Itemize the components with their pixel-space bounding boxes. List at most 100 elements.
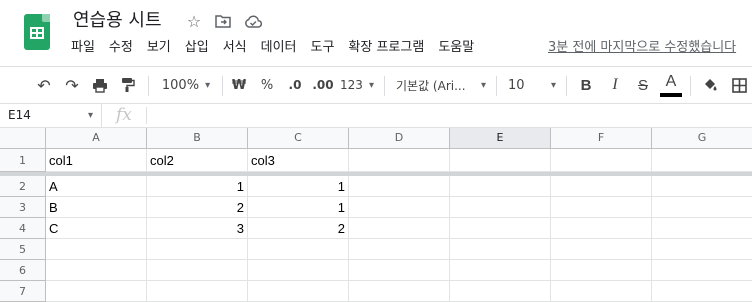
cell-a4[interactable]: C — [46, 218, 147, 239]
cell-g2[interactable] — [652, 176, 752, 197]
cell-d6[interactable] — [349, 260, 450, 281]
row-header-4[interactable]: 4 — [0, 218, 46, 239]
increase-decimal-button[interactable]: .00 — [311, 73, 335, 97]
menu-help[interactable]: 도움말 — [431, 36, 481, 60]
column-header-b[interactable]: B — [147, 128, 248, 149]
cell-b3[interactable]: 2 — [147, 197, 248, 218]
cell-f7[interactable] — [551, 281, 652, 302]
column-header-c[interactable]: C — [248, 128, 349, 149]
cell-c5[interactable] — [248, 239, 349, 260]
cell-f1[interactable] — [551, 149, 652, 172]
select-all-corner[interactable] — [0, 128, 46, 149]
column-header-a[interactable]: A — [46, 128, 147, 149]
cell-f5[interactable] — [551, 239, 652, 260]
cell-d7[interactable] — [349, 281, 450, 302]
borders-icon[interactable] — [727, 73, 751, 97]
cell-e2[interactable] — [450, 176, 551, 197]
menu-view[interactable]: 보기 — [140, 36, 178, 60]
row-header-3[interactable]: 3 — [0, 197, 46, 218]
decrease-decimal-button[interactable]: .0 — [284, 73, 306, 97]
cell-d5[interactable] — [349, 239, 450, 260]
cell-b6[interactable] — [147, 260, 248, 281]
cell-c6[interactable] — [248, 260, 349, 281]
cell-a3[interactable]: B — [46, 197, 147, 218]
cell-b7[interactable] — [147, 281, 248, 302]
cell-f6[interactable] — [551, 260, 652, 281]
column-header-d[interactable]: D — [349, 128, 450, 149]
menu-extensions[interactable]: 확장 프로그램 — [341, 36, 431, 60]
cell-e4[interactable] — [450, 218, 551, 239]
cell-b1[interactable]: col2 — [147, 149, 248, 172]
column-header-e[interactable]: E — [450, 128, 551, 149]
italic-button[interactable]: I — [603, 73, 627, 97]
cell-a5[interactable] — [46, 239, 147, 260]
cell-e7[interactable] — [450, 281, 551, 302]
sheets-logo-icon[interactable] — [24, 14, 50, 50]
cell-g5[interactable] — [652, 239, 752, 260]
cell-c7[interactable] — [248, 281, 349, 302]
row-header-2[interactable]: 2 — [0, 176, 46, 197]
cell-c3[interactable]: 1 — [248, 197, 349, 218]
menu-file[interactable]: 파일 — [64, 36, 102, 60]
paint-format-icon[interactable] — [116, 73, 140, 97]
cell-a6[interactable] — [46, 260, 147, 281]
cell-b4[interactable]: 3 — [147, 218, 248, 239]
redo-icon[interactable]: ↷ — [60, 73, 84, 97]
bold-button[interactable]: B — [574, 73, 598, 97]
print-icon[interactable] — [88, 73, 112, 97]
cell-e5[interactable] — [450, 239, 551, 260]
last-edit-link[interactable]: 3분 전에 마지막으로 수정했습니다 — [548, 39, 736, 57]
menu-insert[interactable]: 삽입 — [178, 36, 216, 60]
row-header-5[interactable]: 5 — [0, 239, 46, 260]
cell-a1[interactable]: col1 — [46, 149, 147, 172]
document-title[interactable]: 연습용 시트 — [73, 9, 162, 33]
cell-g1[interactable] — [652, 149, 752, 172]
cell-a2[interactable]: A — [46, 176, 147, 197]
cell-d2[interactable] — [349, 176, 450, 197]
zoom-select[interactable]: 100% — [160, 73, 212, 97]
font-size-select[interactable]: 10 — [508, 73, 556, 97]
cell-e6[interactable] — [450, 260, 551, 281]
cell-g7[interactable] — [652, 281, 752, 302]
cell-b5[interactable] — [147, 239, 248, 260]
cell-g6[interactable] — [652, 260, 752, 281]
cell-e3[interactable] — [450, 197, 551, 218]
cell-e1[interactable] — [450, 149, 551, 172]
cell-b2[interactable]: 1 — [147, 176, 248, 197]
cell-c4[interactable]: 2 — [248, 218, 349, 239]
cell-g3[interactable] — [652, 197, 752, 218]
row-header-6[interactable]: 6 — [0, 260, 46, 281]
cell-d1[interactable] — [349, 149, 450, 172]
cell-f2[interactable] — [551, 176, 652, 197]
cell-c2[interactable]: 1 — [248, 176, 349, 197]
text-color-button[interactable]: A — [659, 70, 683, 94]
column-header-f[interactable]: F — [551, 128, 652, 149]
cell-c1[interactable]: col3 — [248, 149, 349, 172]
cell-f4[interactable] — [551, 218, 652, 239]
cloud-saved-icon[interactable] — [244, 12, 262, 30]
more-formats-button[interactable]: 123 — [340, 73, 374, 97]
cell-d4[interactable] — [349, 218, 450, 239]
move-folder-icon[interactable] — [214, 12, 232, 30]
cell-g4[interactable] — [652, 218, 752, 239]
frozen-row-divider[interactable] — [0, 172, 752, 176]
menu-format[interactable]: 서식 — [216, 36, 254, 60]
font-family-select[interactable]: 기본값 (Ari... — [396, 73, 486, 97]
currency-format-button[interactable]: ₩ — [230, 73, 248, 97]
cell-f3[interactable] — [551, 197, 652, 218]
undo-icon[interactable]: ↶ — [32, 73, 56, 97]
fill-color-icon[interactable] — [698, 73, 722, 97]
row-header-1[interactable]: 1 — [0, 149, 46, 172]
column-header-g[interactable]: G — [652, 128, 752, 149]
row-header-7[interactable]: 7 — [0, 281, 46, 302]
name-box-dropdown-icon[interactable]: ▾ — [88, 104, 93, 127]
name-box[interactable]: E14 — [0, 104, 102, 127]
strikethrough-button[interactable]: S — [631, 73, 655, 97]
menu-data[interactable]: 데이터 — [254, 36, 304, 60]
menu-edit[interactable]: 수정 — [102, 36, 140, 60]
cell-a7[interactable] — [46, 281, 147, 302]
cell-d3[interactable] — [349, 197, 450, 218]
percent-format-button[interactable]: % — [258, 73, 276, 97]
star-icon[interactable]: ☆ — [185, 12, 203, 31]
menu-tools[interactable]: 도구 — [304, 36, 342, 60]
